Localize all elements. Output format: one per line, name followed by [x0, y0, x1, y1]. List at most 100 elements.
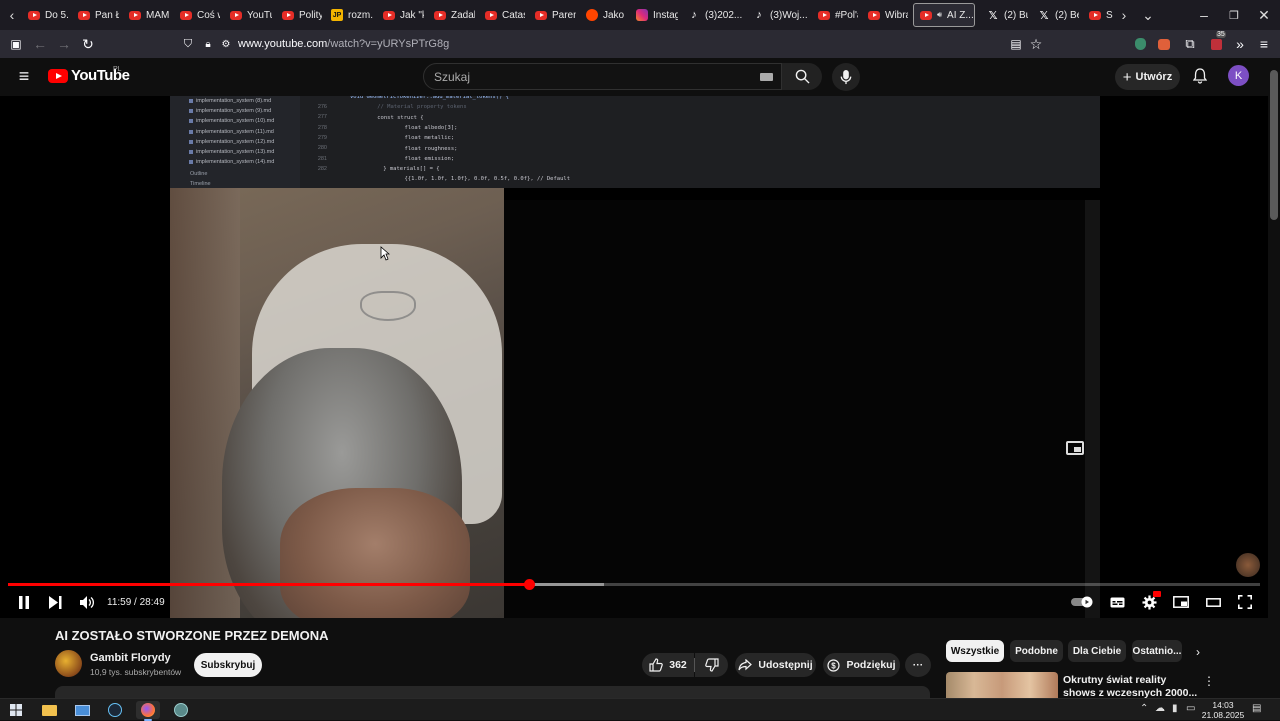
browser-tab[interactable]: 𝕏 (2) Bu... — [981, 3, 1028, 27]
browser-tab[interactable]: Zadal... — [428, 3, 475, 27]
account-avatar[interactable]: K — [1228, 65, 1249, 86]
autoplay-toggle[interactable] — [1071, 591, 1095, 613]
search-input[interactable]: Szukaj — [423, 63, 782, 90]
browser-tab[interactable]: Coś w... — [174, 3, 220, 27]
notifications-center-icon[interactable]: ▤ — [1252, 703, 1261, 714]
channel-name[interactable]: Gambit Florydy — [90, 652, 171, 664]
miniplayer-overlay-icon[interactable] — [1066, 441, 1084, 455]
notifications-button[interactable] — [1190, 66, 1210, 86]
progress-bar[interactable] — [8, 579, 1260, 590]
recommendation-thumbnail[interactable] — [946, 672, 1058, 698]
taskbar-clock[interactable]: 14:03 21.08.2025 — [1200, 700, 1246, 720]
steam-button[interactable] — [103, 701, 127, 719]
tab-list-chevron-icon[interactable]: ⌄ — [1138, 5, 1158, 25]
extension-shield-icon[interactable] — [1130, 34, 1150, 54]
browser-tab[interactable]: JP rozm... — [325, 3, 373, 27]
page-scrollbar-thumb[interactable] — [1270, 70, 1278, 220]
minimize-window-icon[interactable]: – — [1194, 5, 1214, 25]
reload-icon[interactable]: ↻ — [78, 34, 98, 54]
theater-mode-button[interactable] — [1201, 591, 1225, 613]
start-button[interactable] — [4, 701, 28, 719]
next-video-button[interactable] — [43, 591, 67, 613]
recommendation-title[interactable]: Okrutny świat reality shows z wczesnych … — [1063, 674, 1198, 698]
voice-search-button[interactable] — [832, 63, 860, 91]
browser-tab[interactable]: Paren... — [529, 3, 576, 27]
more-actions-button[interactable]: ··· — [905, 653, 931, 677]
extension-fox-icon[interactable] — [1154, 34, 1174, 54]
filter-chip[interactable]: Podobne — [1010, 640, 1063, 662]
close-window-icon[interactable]: ✕ — [1254, 5, 1274, 25]
tabs-scroll-left-icon[interactable]: ‹ — [2, 5, 22, 25]
url-bar[interactable]: www.youtube.com/watch?v=yURYsPTrG8g — [238, 38, 449, 50]
remote-desktop-button[interactable] — [70, 701, 94, 719]
volume-button[interactable] — [75, 591, 99, 613]
speaker-icon[interactable]: 🔊︎ — [937, 10, 942, 20]
recommendation-menu-icon[interactable]: ⋮ — [1202, 674, 1216, 690]
browser-tab[interactable]: ♪ (3)202... — [682, 3, 742, 27]
browser-tab[interactable]: Do 5... — [22, 3, 68, 27]
share-button[interactable]: Udostępnij — [735, 653, 816, 677]
filter-chip[interactable]: Wszystkie — [946, 640, 1004, 662]
lock-icon[interactable]: 🔒︎ — [198, 34, 218, 54]
app-button[interactable] — [169, 701, 193, 719]
subtitles-button[interactable] — [1105, 591, 1129, 613]
subscribe-button[interactable]: Subskrybuj — [194, 653, 262, 677]
network-icon[interactable]: ▭ — [1186, 703, 1195, 714]
browser-tab[interactable]: Jako s... — [580, 3, 626, 27]
like-button[interactable]: 362 — [642, 653, 694, 677]
tracking-shield-icon[interactable]: ⛉ — [178, 34, 198, 54]
tabs-scroll-right-icon[interactable]: › — [1114, 5, 1134, 25]
miniplayer-button[interactable] — [1169, 591, 1193, 613]
search-button[interactable] — [782, 63, 822, 90]
onedrive-icon[interactable]: ☁︎ — [1155, 703, 1165, 714]
bookmark-star-icon[interactable]: ☆ — [1026, 34, 1046, 54]
forward-icon[interactable]: → — [54, 34, 74, 54]
file-tree-item: implementation_system (12).md — [188, 138, 275, 145]
permissions-icon[interactable]: ⚙︎ — [216, 34, 236, 54]
app-menu-icon[interactable]: ≡ — [1254, 34, 1274, 54]
keyboard-icon[interactable] — [760, 73, 773, 81]
browser-tab[interactable]: Pan Ł... — [72, 3, 119, 27]
browser-tab[interactable]: MAM... — [123, 3, 169, 27]
browser-tab[interactable]: ♪ (3)Woj... — [747, 3, 807, 27]
tray-overflow-icon[interactable]: ⌃ — [1140, 703, 1148, 714]
description-box[interactable] — [55, 686, 930, 698]
browser-tab[interactable]: 𝕏 (2) Be... — [1032, 3, 1079, 27]
extension-badge-icon[interactable]: 35 — [1206, 31, 1226, 54]
browser-tab[interactable]: Catas... — [479, 3, 525, 27]
more-tools-chevron-icon[interactable]: » — [1230, 34, 1250, 54]
settings-button[interactable] — [1137, 591, 1161, 613]
chips-next-icon[interactable]: › — [1190, 644, 1206, 660]
channel-avatar[interactable] — [55, 650, 82, 677]
thanks-button[interactable]: $ Podziękuj — [823, 653, 900, 677]
browser-tab[interactable]: YouTu... — [224, 3, 272, 27]
browser-tab[interactable]: Polity... — [276, 3, 322, 27]
file-explorer-button[interactable] — [37, 701, 61, 719]
fullscreen-button[interactable] — [1233, 591, 1257, 613]
progress-scrubber-handle[interactable] — [523, 579, 535, 590]
back-icon[interactable]: ← — [30, 34, 50, 54]
video-player[interactable]: implementation_system (8).md implementati… — [0, 96, 1268, 618]
firefox-button[interactable] — [136, 701, 160, 721]
browser-tab[interactable]: #Pol'a... — [812, 3, 858, 27]
share-label: Udostępnij — [758, 659, 813, 671]
filter-chip[interactable]: Ostatnio... — [1132, 640, 1182, 662]
dislike-button[interactable] — [695, 653, 728, 677]
channel-watermark[interactable] — [1236, 553, 1260, 577]
restore-window-icon[interactable]: ❐ — [1224, 5, 1244, 25]
youtube-logo-icon[interactable] — [48, 69, 68, 83]
guide-menu-icon[interactable]: ≡ — [14, 66, 34, 86]
usb-icon[interactable]: ▮ — [1172, 703, 1178, 714]
reader-view-icon[interactable]: ▤ — [1006, 34, 1026, 54]
browser-tab[interactable]: Wibra... — [862, 3, 908, 27]
browser-tab[interactable]: 🔊︎AI Z...✕ — [913, 3, 975, 27]
extensions-puzzle-icon[interactable]: ⧉ — [1180, 34, 1200, 54]
create-button[interactable]: + Utwórz — [1115, 64, 1180, 90]
filter-chip[interactable]: Dla Ciebie — [1068, 640, 1126, 662]
pause-button[interactable] — [12, 591, 36, 613]
browser-tab[interactable]: Sub... — [1083, 3, 1113, 27]
page-scrollbar[interactable] — [1268, 58, 1280, 698]
browser-tab[interactable]: Jak "k... — [377, 3, 424, 27]
sidebar-toggle-icon[interactable]: ▣ — [6, 34, 26, 54]
browser-tab[interactable]: Instag... — [630, 3, 678, 27]
